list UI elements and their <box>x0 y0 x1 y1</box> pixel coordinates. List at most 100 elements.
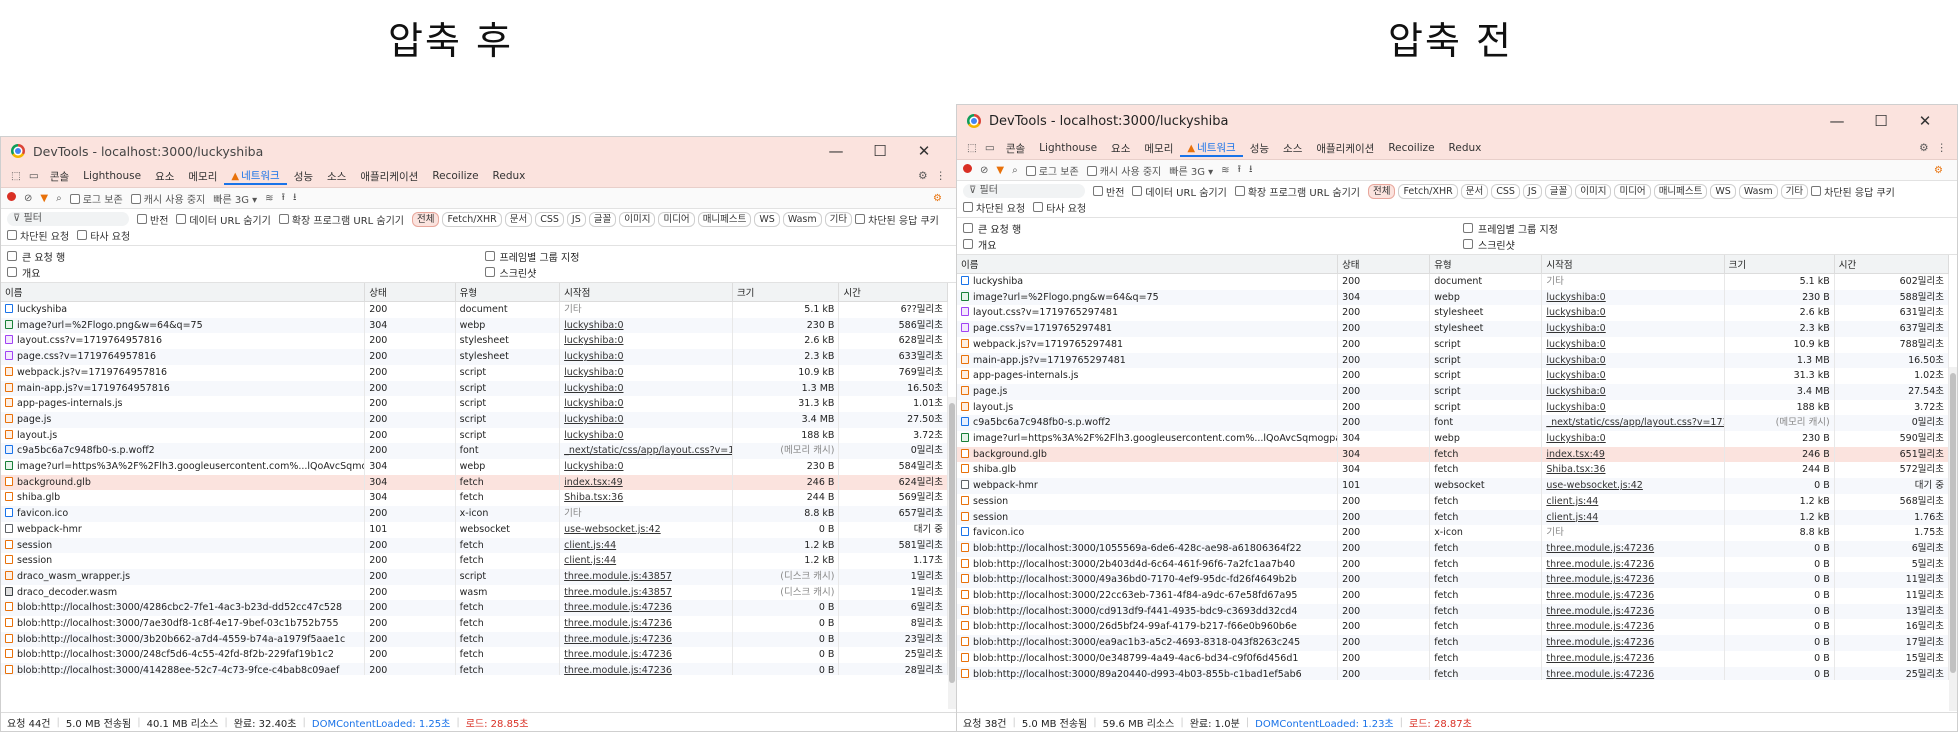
large-rows-checkbox[interactable]: 큰 요청 행 <box>963 220 1451 236</box>
tab-console[interactable]: 콘솔 <box>43 169 76 184</box>
screenshots-checkbox[interactable]: 스크린샷 <box>484 264 951 280</box>
network-settings-icon[interactable]: ⚙ <box>1934 165 1943 176</box>
table-row[interactable]: draco_wasm_wrapper.js 200 script three.modu… <box>1 568 948 585</box>
tab-network[interactable]: ▲ 네트워크 <box>224 168 287 185</box>
blocked-cookies-checkbox[interactable]: 차단된 응답 쿠키 <box>855 211 939 227</box>
network-conditions-icon[interactable]: ≋ <box>1221 165 1229 176</box>
clear-icon[interactable]: ⊘ <box>980 165 988 176</box>
blocked-requests-checkbox[interactable]: 차단된 요청 <box>963 199 1025 215</box>
tab-redux[interactable]: Redux <box>1442 142 1489 154</box>
tab-lighthouse[interactable]: Lighthouse <box>76 170 148 182</box>
col-size[interactable]: 크기 <box>732 283 840 302</box>
tab-lighthouse[interactable]: Lighthouse <box>1032 142 1104 154</box>
tab-sources[interactable]: 소스 <box>1276 141 1309 156</box>
hide-extension-url-checkbox[interactable]: 확장 프로그램 URL 숨기기 <box>278 211 404 227</box>
table-row[interactable]: layout.js 200 script luckyshiba:0 188 kB 3.72… <box>957 399 1949 416</box>
col-time[interactable]: 시간 <box>1834 255 1949 274</box>
tab-performance[interactable]: 성능 <box>1243 141 1276 156</box>
table-row[interactable]: background.glb 304 fetch index.tsx:49 246 B 6… <box>957 446 1949 463</box>
preserve-log-checkbox[interactable]: 로그 보존 <box>1025 163 1079 178</box>
disable-cache-checkbox[interactable]: 캐시 사용 중지 <box>130 191 205 206</box>
chip-wasm[interactable]: Wasm <box>1738 183 1778 199</box>
table-row[interactable]: blob:http://localhost:3000/414288ee-52c7… <box>1 663 948 675</box>
filter-input[interactable]: ⊽ 필터 <box>7 212 129 226</box>
hide-data-url-checkbox[interactable]: 데이터 URL 숨기기 <box>1132 183 1227 199</box>
chip-doc[interactable]: 문서 <box>504 211 533 227</box>
chip-media[interactable]: 미디어 <box>1614 183 1651 199</box>
table-row[interactable]: blob:http://localhost:3000/248cf5d6-4c55… <box>1 647 948 664</box>
invert-checkbox[interactable]: 반전 <box>1093 183 1124 199</box>
filter-funnel-icon[interactable]: ▼ <box>40 193 48 204</box>
table-row[interactable]: favicon.ico 200 x-icon 기타 8.8 kB 1.75초 <box>957 525 1949 541</box>
table-row[interactable]: draco_decoder.wasm 200 wasm three.module.js… <box>1 584 948 601</box>
table-row[interactable]: image?url=https%3A%2F%2Flh3.googleuserco… <box>1 459 948 475</box>
table-row[interactable]: webpack.js?v=1719765297481 200 script lucky… <box>957 336 1949 353</box>
maximize-button[interactable]: ☐ <box>1859 112 1903 130</box>
chip-fetch-xhr[interactable]: Fetch/XHR <box>442 211 502 227</box>
table-row[interactable]: app-pages-internals.js 200 script luckyshib… <box>1 396 948 412</box>
col-type[interactable]: 유형 <box>455 283 561 302</box>
import-har-icon[interactable]: ⭱ <box>282 190 286 207</box>
inspect-icon[interactable]: ⬚ <box>963 142 981 154</box>
table-row[interactable]: layout.css?v=1719764957816 200 stylesheet l… <box>1 333 948 350</box>
tab-memory[interactable]: 메모리 <box>1137 141 1180 156</box>
maximize-button[interactable]: ☐ <box>858 142 902 160</box>
clear-icon[interactable]: ⊘ <box>24 193 32 204</box>
settings-gear-icon[interactable]: ⚙ <box>1915 142 1932 154</box>
table-row[interactable]: favicon.ico 200 x-icon 기타 8.8 kB 657밀리초 <box>1 506 948 522</box>
col-time[interactable]: 시간 <box>838 283 948 302</box>
table-row[interactable]: image?url=https%3A%2F%2Flh3.googleuserco… <box>957 431 1949 447</box>
table-row[interactable]: page.js 200 script luckyshiba:0 3.4 MB 27.50초 <box>1 411 948 428</box>
table-row[interactable]: session 200 fetch client.js:44 1.2 kB 1.76초 <box>957 509 1949 526</box>
table-row[interactable]: webpack-hmr 101 websocket use-websocket.js:… <box>1 521 948 538</box>
disable-cache-checkbox[interactable]: 캐시 사용 중지 <box>1086 163 1161 178</box>
record-icon[interactable] <box>963 164 972 176</box>
export-har-icon[interactable]: ⭳ <box>1249 162 1253 179</box>
chip-fetch-xhr[interactable]: Fetch/XHR <box>1398 183 1458 199</box>
col-initiator[interactable]: 시작점 <box>559 283 733 302</box>
chip-js[interactable]: JS <box>566 211 586 227</box>
table-row[interactable]: background.glb 304 fetch index.tsx:49 246 B 6… <box>1 474 948 491</box>
table-row[interactable]: page.css?v=1719764957816 200 stylesheet luc… <box>1 349 948 365</box>
tab-recoilize[interactable]: Recoilize <box>1381 142 1441 154</box>
chip-all[interactable]: 전체 <box>412 211 440 227</box>
table-row[interactable]: luckyshiba 200 document 기타 5.1 kB 602밀리초 <box>957 273 1949 290</box>
group-by-frame-checkbox[interactable]: 프레임별 그룹 지정 <box>484 248 951 264</box>
device-toggle-icon[interactable]: ▭ <box>981 142 999 154</box>
group-by-frame-checkbox[interactable]: 프레임별 그룹 지정 <box>1463 220 1951 236</box>
table-row[interactable]: image?url=%2Flogo.png&w=64&q=75 304 webp lu… <box>1 317 948 334</box>
inspect-icon[interactable]: ⬚ <box>7 170 25 182</box>
chip-manifest[interactable]: 매니페스트 <box>1653 183 1708 199</box>
throttle-select[interactable]: 빠른 3G ▾ <box>1169 163 1213 178</box>
chip-all[interactable]: 전체 <box>1368 183 1396 199</box>
import-har-icon[interactable]: ⭱ <box>1238 162 1242 179</box>
minimize-button[interactable]: — <box>1815 112 1859 130</box>
tab-console[interactable]: 콘솔 <box>999 141 1032 156</box>
table-row[interactable]: blob:http://localhost:3000/7ae30df8-1c8f… <box>1 616 948 632</box>
chip-js[interactable]: JS <box>1522 183 1542 199</box>
table-row[interactable]: session 200 fetch client.js:44 1.2 kB 568밀리초 <box>957 493 1949 510</box>
more-menu-icon[interactable]: ⋮ <box>1933 142 1952 154</box>
table-row[interactable]: session 200 fetch client.js:44 1.2 kB 581밀리초 <box>1 537 948 554</box>
table-row[interactable]: session 200 fetch client.js:44 1.2 kB 1.17초 <box>1 553 948 569</box>
col-name[interactable]: 이름 <box>1 283 366 302</box>
table-row[interactable]: main-app.js?v=1719765297481 200 script luck… <box>957 352 1949 369</box>
table-row[interactable]: blob:http://localhost:3000/49a36bd0-7170… <box>957 572 1949 589</box>
blocked-cookies-checkbox[interactable]: 차단된 응답 쿠키 <box>1811 183 1895 199</box>
table-row[interactable]: blob:http://localhost:3000/0e348799-4a49… <box>957 650 1949 667</box>
table-row[interactable]: blob:http://localhost:3000/26d5bf24-99af… <box>957 619 1949 636</box>
invert-checkbox[interactable]: 반전 <box>137 211 168 227</box>
screenshots-checkbox[interactable]: 스크린샷 <box>1463 236 1951 252</box>
chip-doc[interactable]: 문서 <box>1460 183 1489 199</box>
tab-network[interactable]: ▲ 네트워크 <box>1180 140 1243 157</box>
third-party-checkbox[interactable]: 타사 요청 <box>1033 199 1086 215</box>
record-icon[interactable] <box>7 192 16 204</box>
chip-wasm[interactable]: Wasm <box>782 211 822 227</box>
table-row[interactable]: webpack.js?v=1719764957816 200 script lucky… <box>1 364 948 381</box>
col-status[interactable]: 상태 <box>1337 255 1431 274</box>
chip-css[interactable]: CSS <box>1491 183 1520 199</box>
table-row[interactable]: blob:http://localhost:3000/22cc63eb-7361… <box>957 588 1949 604</box>
chip-other[interactable]: 기타 <box>824 211 853 227</box>
tab-recoilize[interactable]: Recoilize <box>425 170 485 182</box>
table-row[interactable]: blob:http://localhost:3000/ea9ac1b3-a5c2… <box>957 635 1949 651</box>
